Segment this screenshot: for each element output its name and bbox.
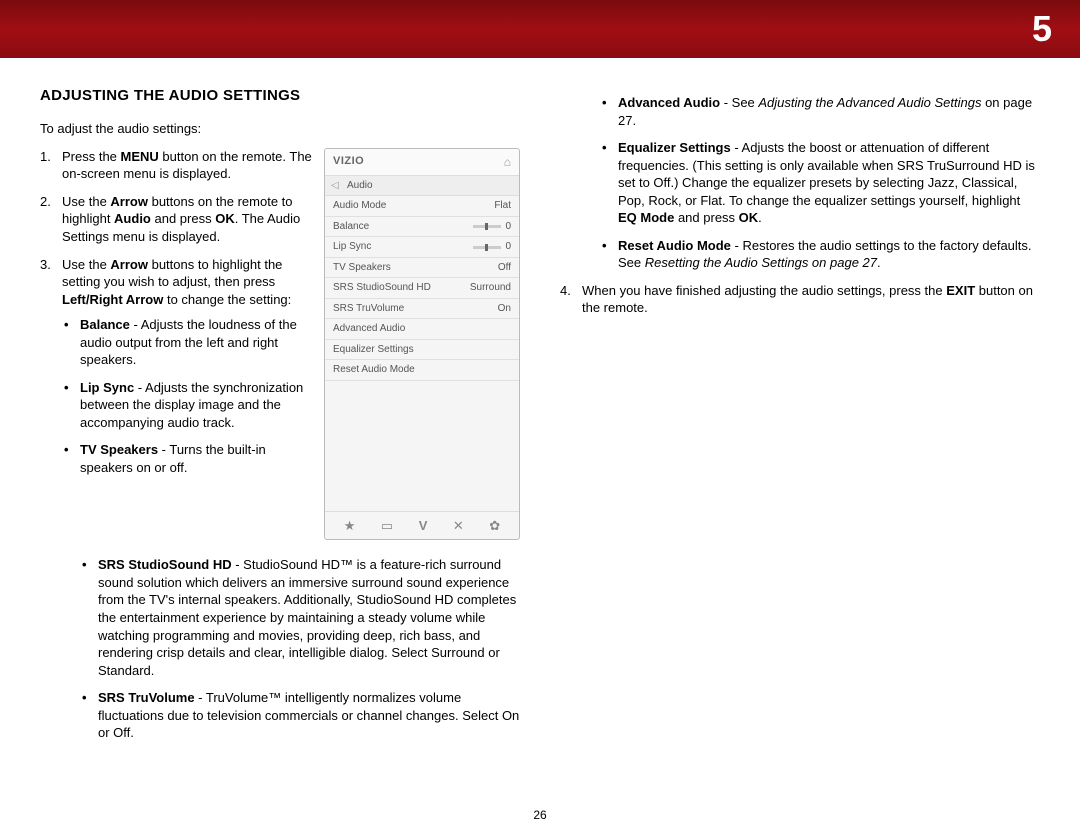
chapter-number: 5 — [1032, 8, 1052, 50]
settings-bullets-right: Advanced Audio - See Adjusting the Advan… — [560, 94, 1040, 272]
intro-text: To adjust the audio settings: — [40, 120, 520, 138]
settings-bullets-continued: SRS StudioSound HD - StudioSound HD™ is … — [40, 556, 520, 741]
slider-track — [473, 246, 501, 249]
text: to change the setting: — [163, 292, 291, 307]
right-column: Advanced Audio - See Adjusting the Advan… — [560, 86, 1040, 752]
step-4: When you have finished adjusting the aud… — [560, 282, 1040, 317]
gear-icon: ✿ — [489, 517, 500, 535]
bullet-reset-audio: Reset Audio Mode - Restores the audio se… — [600, 237, 1040, 272]
steps-list: Press the MENU button on the remote. The… — [40, 148, 520, 477]
term: Equalizer Settings — [618, 140, 731, 155]
bullet-srs-studiosound: SRS StudioSound HD - StudioSound HD™ is … — [80, 556, 520, 679]
bold: Audio — [114, 211, 151, 226]
bold: EQ Mode — [618, 210, 674, 225]
text: . — [877, 255, 881, 270]
bullet-tvspeakers: TV Speakers - Turns the built-in speaker… — [62, 441, 520, 476]
text: . — [758, 210, 762, 225]
steps-list-right: When you have finished adjusting the aud… — [560, 282, 1040, 317]
close-icon: ✕ — [453, 517, 464, 535]
step-1: Press the MENU button on the remote. The… — [40, 148, 520, 183]
italic-ref: Resetting the Audio Settings on page 27 — [645, 255, 877, 270]
desc: - StudioSound HD™ is a feature-rich surr… — [98, 557, 516, 677]
term: Reset Audio Mode — [618, 238, 731, 253]
bold: EXIT — [946, 283, 975, 298]
text: and press — [674, 210, 738, 225]
text: When you have finished adjusting the aud… — [582, 283, 946, 298]
text: Use the — [62, 257, 110, 272]
term: TV Speakers — [80, 442, 158, 457]
term: SRS StudioSound HD — [98, 557, 232, 572]
step-3: Use the Arrow buttons to highlight the s… — [40, 256, 520, 477]
italic-ref: Adjusting the Advanced Audio Settings — [758, 95, 981, 110]
section-heading: ADJUSTING THE AUDIO SETTINGS — [40, 86, 520, 106]
settings-bullets: Balance - Adjusts the loudness of the au… — [62, 316, 520, 476]
bold: OK — [215, 211, 235, 226]
chapter-header: 5 — [0, 0, 1080, 58]
bullet-advanced-audio: Advanced Audio - See Adjusting the Advan… — [600, 94, 1040, 129]
bullet-balance: Balance - Adjusts the loudness of the au… — [62, 316, 520, 369]
bold: Arrow — [110, 194, 148, 209]
page-number: 26 — [0, 808, 1080, 822]
text: Press the — [62, 149, 121, 164]
star-icon: ★ — [344, 517, 356, 535]
left-column: ADJUSTING THE AUDIO SETTINGS To adjust t… — [40, 86, 520, 752]
page-content: ADJUSTING THE AUDIO SETTINGS To adjust t… — [0, 58, 1080, 752]
step-2: Use the Arrow buttons on the remote to h… — [40, 193, 520, 246]
term: Advanced Audio — [618, 95, 720, 110]
text: and press — [151, 211, 215, 226]
bold: OK — [739, 210, 759, 225]
term: Balance — [80, 317, 130, 332]
bullet-srs-truvolume: SRS TruVolume - TruVolume™ intelligently… — [80, 689, 520, 742]
term: SRS TruVolume — [98, 690, 195, 705]
term: Lip Sync — [80, 380, 134, 395]
tv-icon: ▭ — [381, 517, 393, 535]
bold: Left/Right Arrow — [62, 292, 163, 307]
v-icon: V — [419, 517, 428, 535]
bullet-lipsync: Lip Sync - Adjusts the syn­chronization … — [62, 379, 520, 432]
menu-bold: MENU — [121, 149, 159, 164]
text: - See — [720, 95, 758, 110]
menu-footer: ★ ▭ V ✕ ✿ — [325, 511, 519, 540]
bullet-equalizer: Equalizer Settings - Adjusts the boost o… — [600, 139, 1040, 227]
bold: Arrow — [110, 257, 148, 272]
text: Use the — [62, 194, 110, 209]
